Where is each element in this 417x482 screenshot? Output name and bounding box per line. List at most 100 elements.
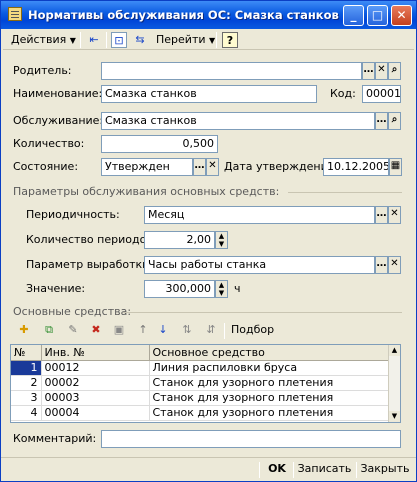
periods-count-label: Количество периодов: xyxy=(26,233,157,246)
footer-bar: OK Записать Закрыть xyxy=(1,457,416,481)
parent-label: Родитель: xyxy=(13,64,72,77)
row-num: 3 xyxy=(11,390,42,406)
actions-label: Действия xyxy=(11,33,67,46)
parent-field[interactable] xyxy=(101,62,362,80)
code-label: Код: xyxy=(330,87,356,100)
scroll-up-icon[interactable]: ▲ xyxy=(389,345,400,356)
row-asset[interactable]: Станок для узорного плетения xyxy=(149,405,390,421)
form-window: Нормативы обслуживания ОС: Смазка станко… xyxy=(0,0,417,482)
toolbar-separator xyxy=(106,32,107,48)
assets-table[interactable]: № Инв. № Основное средство 1 00012 Линия… xyxy=(10,344,401,423)
search-icon[interactable]: ⌕ xyxy=(388,112,401,130)
footer-separator xyxy=(356,462,357,478)
clear-icon[interactable]: ✕ xyxy=(388,256,401,274)
spin-down-icon[interactable]: ▼ xyxy=(216,289,227,297)
ellipsis-button[interactable]: … xyxy=(193,158,206,176)
clear-icon[interactable]: ✕ xyxy=(375,62,388,80)
chevron-down-icon: ▼ xyxy=(69,36,76,45)
move-up-icon[interactable]: ↑ xyxy=(135,322,151,338)
section-divider xyxy=(123,312,402,313)
comment-field[interactable] xyxy=(101,430,401,448)
periods-count-field[interactable]: 2,00 xyxy=(144,231,215,249)
column-header-inv[interactable]: Инв. № xyxy=(41,345,150,361)
toolbar-separator xyxy=(216,32,217,48)
comment-label: Комментарий: xyxy=(13,432,97,445)
search-icon[interactable]: ⌕ xyxy=(388,62,401,80)
clear-icon[interactable]: ✕ xyxy=(206,158,219,176)
row-inv[interactable]: 00002 xyxy=(41,375,150,391)
end-edit-icon[interactable]: ▣ xyxy=(111,322,127,338)
row-asset[interactable]: Станок для узорного плетения xyxy=(149,375,390,391)
name-field[interactable]: Смазка станков xyxy=(101,85,317,103)
toolbar-separator xyxy=(224,323,225,339)
calendar-icon[interactable]: ▦ xyxy=(389,158,402,176)
row-inv[interactable]: 00003 xyxy=(41,390,150,406)
move-down-icon[interactable]: ↓ xyxy=(155,322,171,338)
table-header-row: № Инв. № Основное средство xyxy=(11,345,390,361)
actions-menu[interactable]: Действия ▼ xyxy=(11,31,76,49)
state-field[interactable]: Утвержден xyxy=(101,158,193,176)
row-asset[interactable]: Станок для узорного плетения xyxy=(149,390,390,406)
table-row[interactable]: 2 00002 Станок для узорного плетения xyxy=(11,375,390,391)
value-field[interactable]: 300,000 xyxy=(144,280,215,298)
title-bar[interactable]: Нормативы обслуживания ОС: Смазка станко… xyxy=(1,1,416,29)
add-row-icon[interactable]: ✚ xyxy=(16,322,32,338)
clear-icon[interactable]: ✕ xyxy=(388,206,401,224)
spin-down-icon[interactable]: ▼ xyxy=(216,240,227,248)
ellipsis-button[interactable]: … xyxy=(375,206,388,224)
approval-date-label: Дата утверждения: xyxy=(224,160,339,173)
table-scrollbar[interactable]: ▲ ▼ xyxy=(388,345,400,422)
select-button[interactable]: Подбор xyxy=(231,322,274,338)
sort-descending-icon[interactable]: ⇵ xyxy=(203,322,219,338)
close-window-button[interactable]: ✕ xyxy=(391,5,412,26)
output-param-field[interactable]: Часы работы станка xyxy=(144,256,375,274)
periodicity-field[interactable]: Месяц xyxy=(144,206,375,224)
column-header-asset[interactable]: Основное средство xyxy=(149,345,390,361)
service-label: Обслуживание: xyxy=(13,114,104,127)
row-num: 1 xyxy=(11,360,42,376)
spin-up-icon[interactable]: ▲ xyxy=(216,281,227,289)
save-button[interactable]: Записать xyxy=(297,461,352,479)
row-asset[interactable]: Линия распиловки бруса xyxy=(149,360,390,376)
ellipsis-button[interactable]: … xyxy=(362,62,375,80)
footer-separator xyxy=(259,462,260,478)
periods-count-spinner[interactable]: ▲ ▼ xyxy=(215,231,228,249)
maximize-button[interactable]: □ xyxy=(367,5,388,26)
ok-button[interactable]: OK xyxy=(265,461,289,479)
value-label: Значение: xyxy=(26,282,86,295)
window-title: Нормативы обслуживания ОС: Смазка станко… xyxy=(28,8,349,22)
scroll-down-icon[interactable]: ▼ xyxy=(389,411,400,422)
chevron-down-icon: ▼ xyxy=(209,36,216,45)
goto-label: Перейти xyxy=(156,33,206,46)
toolbar: Действия ▼ ⇤ ⊡ ⇆ Перейти ▼ ? xyxy=(3,30,414,50)
row-inv[interactable]: 00012 xyxy=(41,360,150,376)
delete-row-icon[interactable]: ✖ xyxy=(88,322,104,338)
help-icon[interactable]: ? xyxy=(222,32,238,48)
service-field[interactable]: Смазка станков xyxy=(101,112,375,130)
table-row[interactable]: 3 00003 Станок для узорного плетения xyxy=(11,390,390,406)
ellipsis-button[interactable]: … xyxy=(375,112,388,130)
copy-row-icon[interactable]: ⧉ xyxy=(41,322,57,338)
catalog-icon xyxy=(8,7,22,21)
table-row[interactable]: 4 00004 Станок для узорного плетения xyxy=(11,405,390,421)
goto-menu[interactable]: Перейти ▼ xyxy=(156,31,215,49)
spin-up-icon[interactable]: ▲ xyxy=(216,232,227,240)
ellipsis-button[interactable]: … xyxy=(375,256,388,274)
table-row[interactable]: 1 00012 Линия распиловки бруса xyxy=(11,360,390,376)
quantity-label: Количество: xyxy=(13,137,85,150)
column-header-num[interactable]: № xyxy=(11,345,42,361)
edit-row-icon[interactable]: ✎ xyxy=(65,322,81,338)
code-field[interactable]: 00001 xyxy=(362,85,401,103)
sort-ascending-icon[interactable]: ⇅ xyxy=(179,322,195,338)
value-spinner[interactable]: ▲ ▼ xyxy=(215,280,228,298)
structure-icon[interactable]: ⊡ xyxy=(111,32,127,48)
quantity-field[interactable]: 0,500 xyxy=(101,135,218,153)
params-section-title: Параметры обслуживания основных средств: xyxy=(13,185,280,198)
minimize-button[interactable]: _ xyxy=(343,5,364,26)
refresh-icon[interactable]: ⇆ xyxy=(132,32,148,48)
name-label: Наименование: xyxy=(13,87,103,100)
arrow-left-icon[interactable]: ⇤ xyxy=(86,32,102,48)
approval-date-field[interactable]: 10.12.2005 xyxy=(323,158,389,176)
close-button[interactable]: Закрыть xyxy=(360,461,410,479)
row-inv[interactable]: 00004 xyxy=(41,405,150,421)
